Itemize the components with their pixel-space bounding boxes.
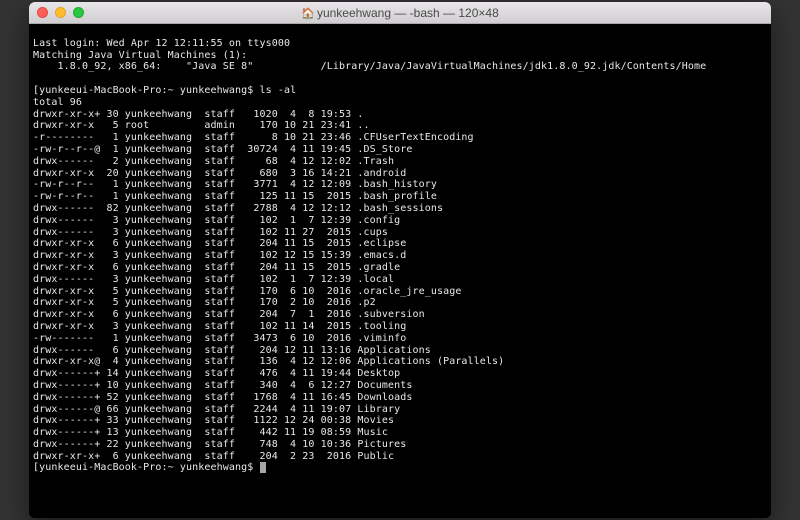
prompt-line-2: [yunkeeui-MacBook-Pro:~ yunkeehwang$ [33, 462, 266, 473]
title-user: yunkeehwang [317, 6, 391, 20]
java-match-header: Matching Java Virtual Machines (1): [33, 50, 247, 61]
prompt-prefix: [yunkeeui-MacBook-Pro:~ yunkeehwang$ [33, 85, 253, 96]
home-icon: 🏠 [301, 7, 315, 20]
prompt-line-1: [yunkeeui-MacBook-Pro:~ yunkeehwang$ ls … [33, 85, 296, 96]
java-entry: 1.8.0_92, x86_64: "Java SE 8" /Library/J… [33, 61, 706, 72]
titlebar[interactable]: 🏠yunkeehwang — -bash — 120×48 [29, 2, 771, 24]
prompt-prefix: [yunkeeui-MacBook-Pro:~ yunkeehwang$ [33, 462, 253, 473]
window-title: 🏠yunkeehwang — -bash — 120×48 [29, 6, 771, 20]
traffic-lights [29, 7, 84, 18]
zoom-icon[interactable] [73, 7, 84, 18]
close-icon[interactable] [37, 7, 48, 18]
minimize-icon[interactable] [55, 7, 66, 18]
last-login-line: Last login: Wed Apr 12 12:11:55 on ttys0… [33, 38, 290, 49]
title-shell: -bash [410, 6, 440, 20]
listing-output: drwxr-xr-x+ 30 yunkeehwang staff 1020 4 … [33, 109, 504, 462]
title-size: 120×48 [458, 6, 498, 20]
terminal-body[interactable]: Last login: Wed Apr 12 12:11:55 on ttys0… [29, 24, 771, 518]
command-ls: ls -al [259, 85, 296, 96]
cursor-icon [260, 462, 266, 473]
total-line: total 96 [33, 97, 82, 108]
terminal-window: 🏠yunkeehwang — -bash — 120×48 Last login… [29, 2, 771, 518]
